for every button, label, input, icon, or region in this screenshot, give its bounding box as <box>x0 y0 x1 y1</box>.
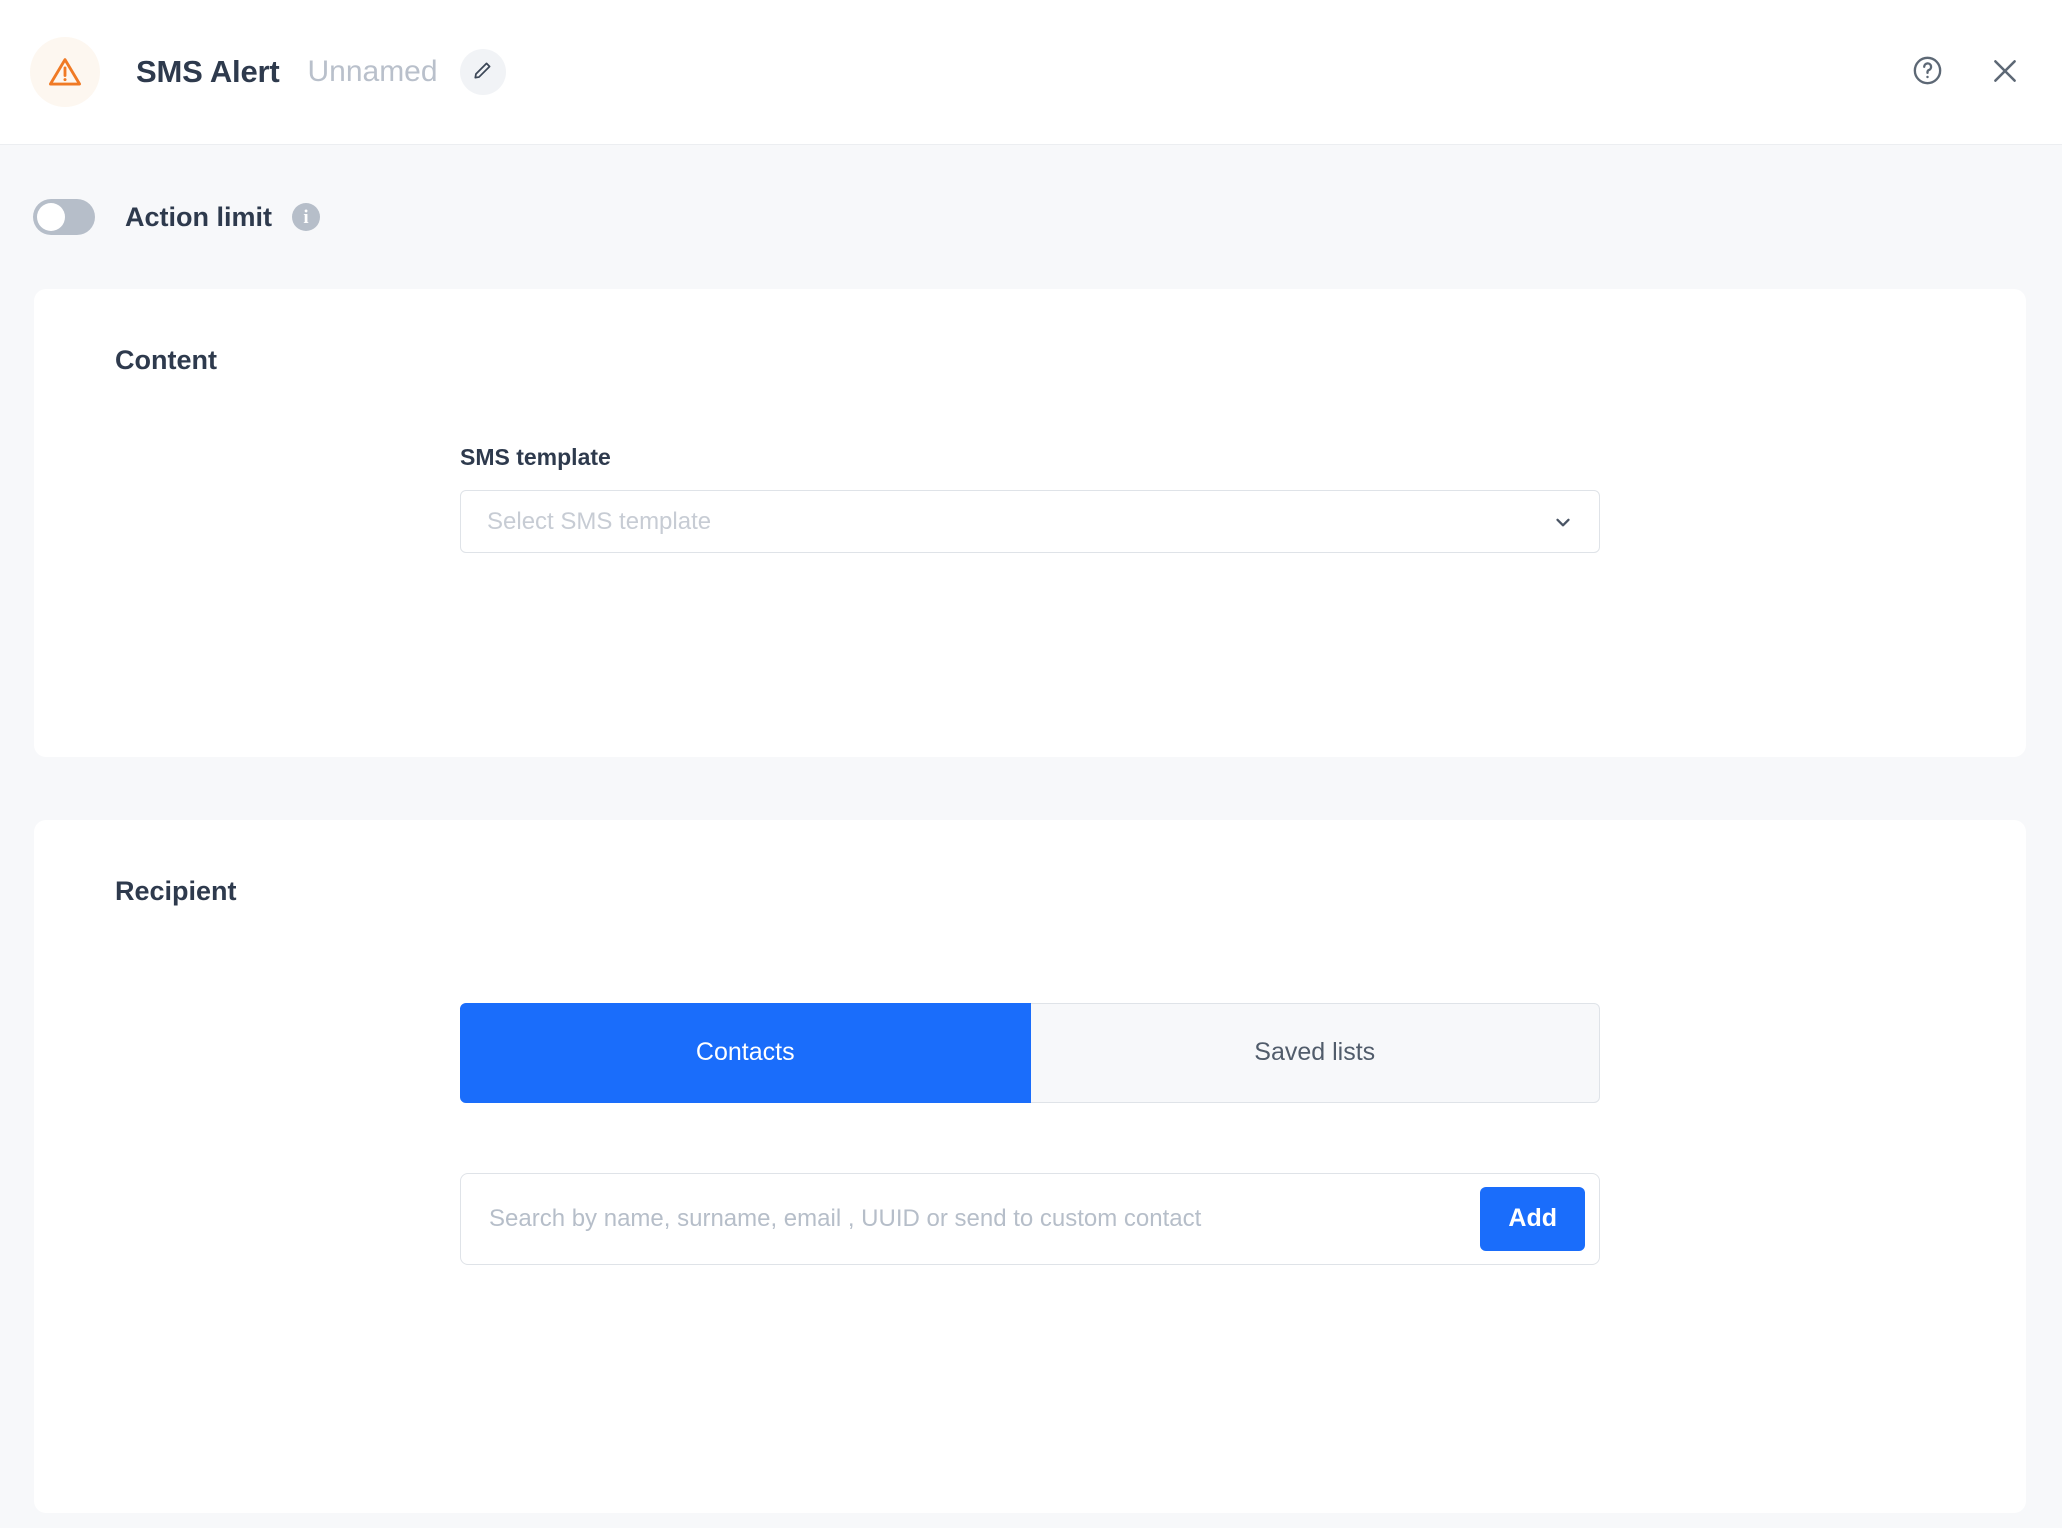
sms-template-field: SMS template Select SMS template <box>460 376 1600 553</box>
recipient-tabs: Contacts Saved lists <box>460 1002 1600 1103</box>
header-left-group: SMS Alert Unnamed <box>30 37 506 107</box>
edit-name-button[interactable] <box>459 49 506 95</box>
tab-contacts[interactable]: Contacts <box>460 1002 1031 1103</box>
page-title: SMS Alert <box>136 54 280 89</box>
tab-contacts-label: Contacts <box>695 1038 795 1067</box>
sms-alert-panel: SMS Alert Unnamed Action limit i Content… <box>0 0 2062 1528</box>
help-circle-icon <box>1911 54 1944 90</box>
content-section-title: Content <box>115 345 217 375</box>
recipient-section-title: Recipient <box>115 875 237 906</box>
panel-header: SMS Alert Unnamed <box>0 0 2062 145</box>
content-card: Content SMS template Select SMS template <box>34 289 2026 757</box>
info-icon[interactable]: i <box>292 203 320 231</box>
recipient-search-row: Add <box>460 1172 1600 1265</box>
action-limit-toggle[interactable] <box>33 199 95 235</box>
alert-name: Unnamed <box>307 55 438 88</box>
warning-triangle-icon <box>46 53 84 91</box>
chevron-down-icon <box>1551 510 1575 534</box>
action-limit-bar: Action limit i <box>0 145 2062 289</box>
alert-type-badge <box>30 37 100 107</box>
close-button[interactable] <box>1988 54 2022 91</box>
close-icon <box>1988 54 2022 91</box>
recipient-search-input[interactable] <box>489 1173 1481 1264</box>
help-button[interactable] <box>1911 54 1944 90</box>
sms-template-select[interactable]: Select SMS template <box>460 490 1600 553</box>
recipient-card: Recipient Contacts Saved lists Add <box>34 819 2026 1513</box>
header-actions <box>1911 54 2022 91</box>
cards-container: Content SMS template Select SMS template… <box>0 289 2062 1528</box>
pencil-icon <box>472 60 493 84</box>
add-recipient-button[interactable]: Add <box>1480 1186 1585 1251</box>
sms-template-placeholder: Select SMS template <box>487 507 712 535</box>
toggle-knob <box>37 203 65 231</box>
tab-saved-lists[interactable]: Saved lists <box>1030 1002 1600 1103</box>
sms-template-label: SMS template <box>460 444 611 470</box>
tab-saved-lists-label: Saved lists <box>1254 1038 1376 1067</box>
action-limit-label: Action limit <box>125 201 272 232</box>
